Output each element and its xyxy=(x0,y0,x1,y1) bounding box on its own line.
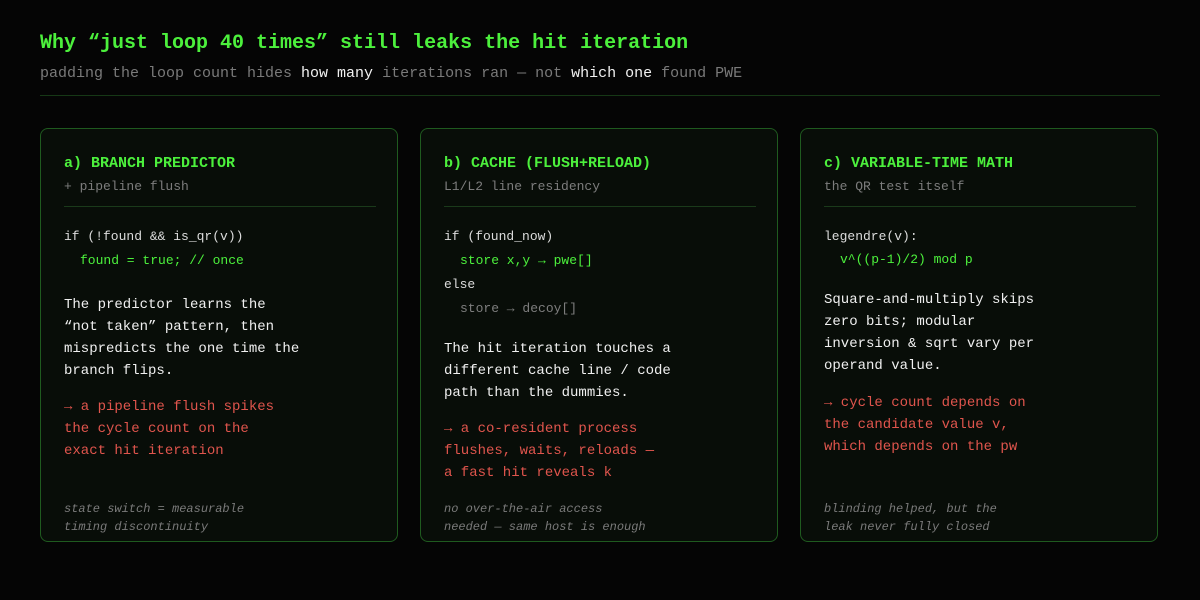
code-line: v^((p-1)/2) mod p xyxy=(840,252,973,267)
card-description: Square-and-multiply skips zero bits; mod… xyxy=(824,292,1035,374)
code-line: if (found_now) xyxy=(444,229,554,244)
card-consequence: → cycle count depends on the candidate v… xyxy=(824,395,1026,455)
card-title: a) BRANCH PREDICTOR xyxy=(64,155,236,172)
header-divider xyxy=(40,95,1160,96)
header: Why “just loop 40 times” still leaks the… xyxy=(40,30,1160,84)
code-line: found = true; // once xyxy=(80,253,244,268)
card-footnote: state switch = measurable timing discont… xyxy=(64,502,245,534)
card-divider xyxy=(824,206,1136,207)
card-divider xyxy=(444,206,756,207)
subtitle-part: found PWE xyxy=(652,65,743,82)
code-line: legendre(v): xyxy=(824,229,918,244)
card-consequence: → a pipeline flush spikes the cycle coun… xyxy=(64,399,275,459)
code-line: store x,y → pwe[] xyxy=(460,253,593,268)
card-divider xyxy=(64,206,376,207)
card-description: The predictor learns the “not taken” pat… xyxy=(64,297,300,379)
subtitle-part: iterations ran — not xyxy=(373,65,572,82)
card-footnote: no over-the-air access needed — same hos… xyxy=(444,502,646,534)
code-line: else xyxy=(444,277,476,292)
card-footnote: blinding helped, but the leak never full… xyxy=(824,502,997,534)
card-subtitle: + pipeline flush xyxy=(64,179,189,194)
subtitle-highlight: how many xyxy=(301,65,374,82)
subtitle-part: padding the loop count hides xyxy=(40,65,302,82)
page-title: Why “just loop 40 times” still leaks the… xyxy=(40,32,689,55)
card-subtitle: L1/L2 line residency xyxy=(444,179,601,194)
card-cache-flush-reload: b) CACHE (FLUSH+RELOAD) L1/L2 line resid… xyxy=(420,128,778,542)
card-variable-time-math: c) VARIABLE-TIME MATH the QR test itself… xyxy=(800,128,1158,542)
card-description: The hit iteration touches a different ca… xyxy=(444,341,671,401)
card-title: c) VARIABLE-TIME MATH xyxy=(824,155,1014,172)
card-subtitle: the QR test itself xyxy=(824,179,965,194)
page-subtitle: padding the loop count hides how many it… xyxy=(40,64,1160,84)
code-line: if (!found && is_qr(v)) xyxy=(64,229,244,244)
code-line: store → decoy[] xyxy=(460,301,578,316)
subtitle-highlight: which one xyxy=(571,65,653,82)
card-consequence: → a co-resident process flushes, waits, … xyxy=(444,421,655,481)
card-title: b) CACHE (FLUSH+RELOAD) xyxy=(444,155,652,172)
card-branch-predictor: a) BRANCH PREDICTOR + pipeline flush if … xyxy=(40,128,398,542)
